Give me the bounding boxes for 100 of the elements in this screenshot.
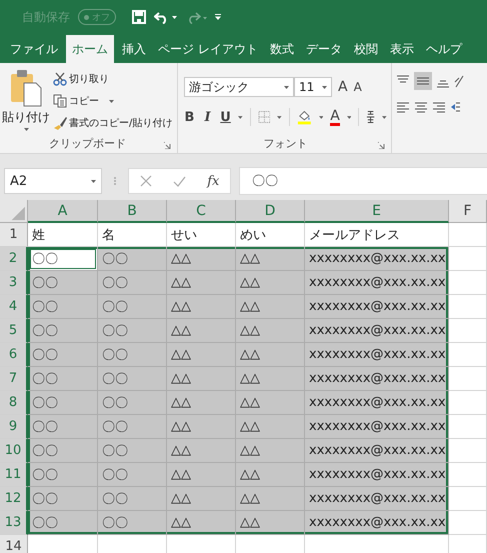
ribbon-tab[interactable]: ページ レイアウト (152, 35, 264, 63)
table-cell: 〇〇 (98, 439, 167, 463)
font-name-field[interactable]: 游ゴシック (184, 77, 294, 97)
group-label: フォント (264, 136, 308, 150)
group-label: クリップボード (49, 136, 126, 150)
font-color-button[interactable]: A (330, 108, 340, 126)
row-header[interactable]: 9 (0, 415, 28, 439)
row-header[interactable]: 11 (0, 463, 28, 487)
column-header[interactable]: D (236, 200, 305, 223)
caret-icon[interactable] (24, 128, 28, 131)
table-cell: △△ (236, 463, 305, 487)
ribbon-tab[interactable]: 校閲 (348, 35, 384, 63)
dialog-launcher-icon[interactable] (164, 142, 171, 149)
name-box[interactable]: A2 (4, 168, 102, 194)
ribbon-tab[interactable]: ホーム (66, 35, 114, 63)
table-cell: 〇〇 (98, 319, 167, 343)
row-header[interactable]: 12 (0, 487, 28, 511)
paste-button[interactable]: 貼り付け (2, 67, 50, 133)
bold-button[interactable]: B (184, 110, 196, 124)
caret-icon[interactable] (109, 100, 114, 102)
row-header[interactable]: 5 (0, 319, 28, 343)
row-header[interactable]: 3 (0, 271, 28, 295)
caret-icon[interactable] (91, 180, 96, 182)
caret-icon[interactable] (284, 86, 289, 88)
fill-color-icon[interactable] (296, 109, 312, 125)
insert-function-button[interactable]: fx (207, 174, 220, 188)
decrease-indent-icon[interactable] (450, 100, 460, 114)
caret-icon[interactable] (238, 116, 243, 118)
row-header[interactable]: 13 (0, 511, 28, 535)
table-cell: △△ (167, 271, 236, 295)
font-size-field[interactable]: 11 (294, 77, 332, 97)
table-cell: 〇〇 (28, 367, 98, 391)
column-header[interactable]: F (449, 200, 487, 223)
table-cell: △△ (167, 439, 236, 463)
table-cell: xxxxxxxx@xxx.xx.xx (305, 511, 449, 535)
drag-handle-icon (114, 177, 116, 185)
table-cell: △△ (236, 367, 305, 391)
row-header[interactable]: 6 (0, 343, 28, 367)
table-cell: △△ (236, 271, 305, 295)
row-header[interactable]: 1 (0, 223, 28, 247)
table-cell: 〇〇 (28, 271, 98, 295)
customize-icon[interactable] (215, 14, 221, 20)
table-cell: △△ (167, 367, 236, 391)
table-cell: 〇〇 (28, 343, 98, 367)
format-painter-button[interactable]: 書式のコピー/貼り付け (53, 113, 172, 133)
table-cell: xxxxxxxx@xxx.xx.xx (305, 295, 449, 319)
ribbon-tab[interactable]: 表示 (384, 35, 420, 63)
table-cell: xxxxxxxx@xxx.xx.xx (305, 271, 449, 295)
autosave-label: 自動保存 (22, 8, 70, 26)
caret-icon[interactable] (322, 86, 327, 88)
caret-icon[interactable] (172, 16, 177, 18)
italic-button[interactable]: I (202, 110, 214, 124)
check-icon[interactable] (172, 176, 186, 186)
ribbon-tab[interactable]: データ (300, 35, 348, 63)
caret-icon[interactable] (382, 116, 388, 118)
table-cell: 〇〇 (28, 295, 98, 319)
row-header[interactable]: 10 (0, 439, 28, 463)
column-header[interactable]: C (167, 200, 236, 223)
table-cell: 〇〇 (98, 295, 167, 319)
row-header[interactable]: 14 (0, 535, 28, 553)
cut-button[interactable]: 切り取り (53, 69, 109, 89)
ribbon-tab[interactable]: 数式 (264, 35, 300, 63)
copy-button[interactable]: コピー (53, 91, 114, 111)
column-header[interactable]: B (98, 200, 167, 223)
row-header[interactable]: 8 (0, 391, 28, 415)
align-middle-icon[interactable] (414, 72, 432, 90)
table-cell: 〇〇 (28, 463, 98, 487)
align-center-icon[interactable] (414, 100, 428, 114)
phonetic-guide-icon[interactable] (366, 110, 376, 124)
caret-icon[interactable] (346, 116, 352, 118)
borders-icon[interactable] (258, 110, 270, 124)
ribbon-tab[interactable]: ヘルプ (420, 35, 468, 63)
underline-button[interactable]: U (220, 110, 232, 124)
orientation-icon[interactable] (454, 74, 464, 88)
column-header[interactable]: E (305, 200, 449, 223)
save-icon[interactable] (132, 10, 146, 24)
table-cell: △△ (167, 487, 236, 511)
table-cell: △△ (236, 343, 305, 367)
ribbon-tab[interactable]: 挿入 (116, 35, 152, 63)
formula-input-field[interactable]: 〇〇 (239, 167, 487, 195)
row-header[interactable]: 4 (0, 295, 28, 319)
table-cell: △△ (236, 295, 305, 319)
row-header[interactable]: 2 (0, 247, 28, 271)
table-cell: 〇〇 (98, 367, 167, 391)
scissors-icon (53, 72, 67, 86)
table-cell: 〇〇 (28, 487, 98, 511)
table-cell: 〇〇 (98, 487, 167, 511)
table-cell: xxxxxxxx@xxx.xx.xx (305, 343, 449, 367)
increase-font-size-button[interactable]: A (338, 79, 348, 95)
column-header[interactable]: A (28, 200, 98, 223)
caret-icon[interactable] (318, 116, 324, 118)
align-right-icon[interactable] (432, 100, 446, 114)
row-header[interactable]: 7 (0, 367, 28, 391)
align-left-icon[interactable] (396, 100, 410, 114)
dialog-launcher-icon[interactable] (378, 142, 385, 149)
ribbon-tab[interactable]: ファイル (4, 35, 64, 63)
table-cell: 〇〇 (28, 511, 98, 535)
caret-icon[interactable] (277, 116, 282, 118)
table-cell: △△ (167, 511, 236, 535)
decrease-font-size-button[interactable]: A (354, 80, 362, 94)
